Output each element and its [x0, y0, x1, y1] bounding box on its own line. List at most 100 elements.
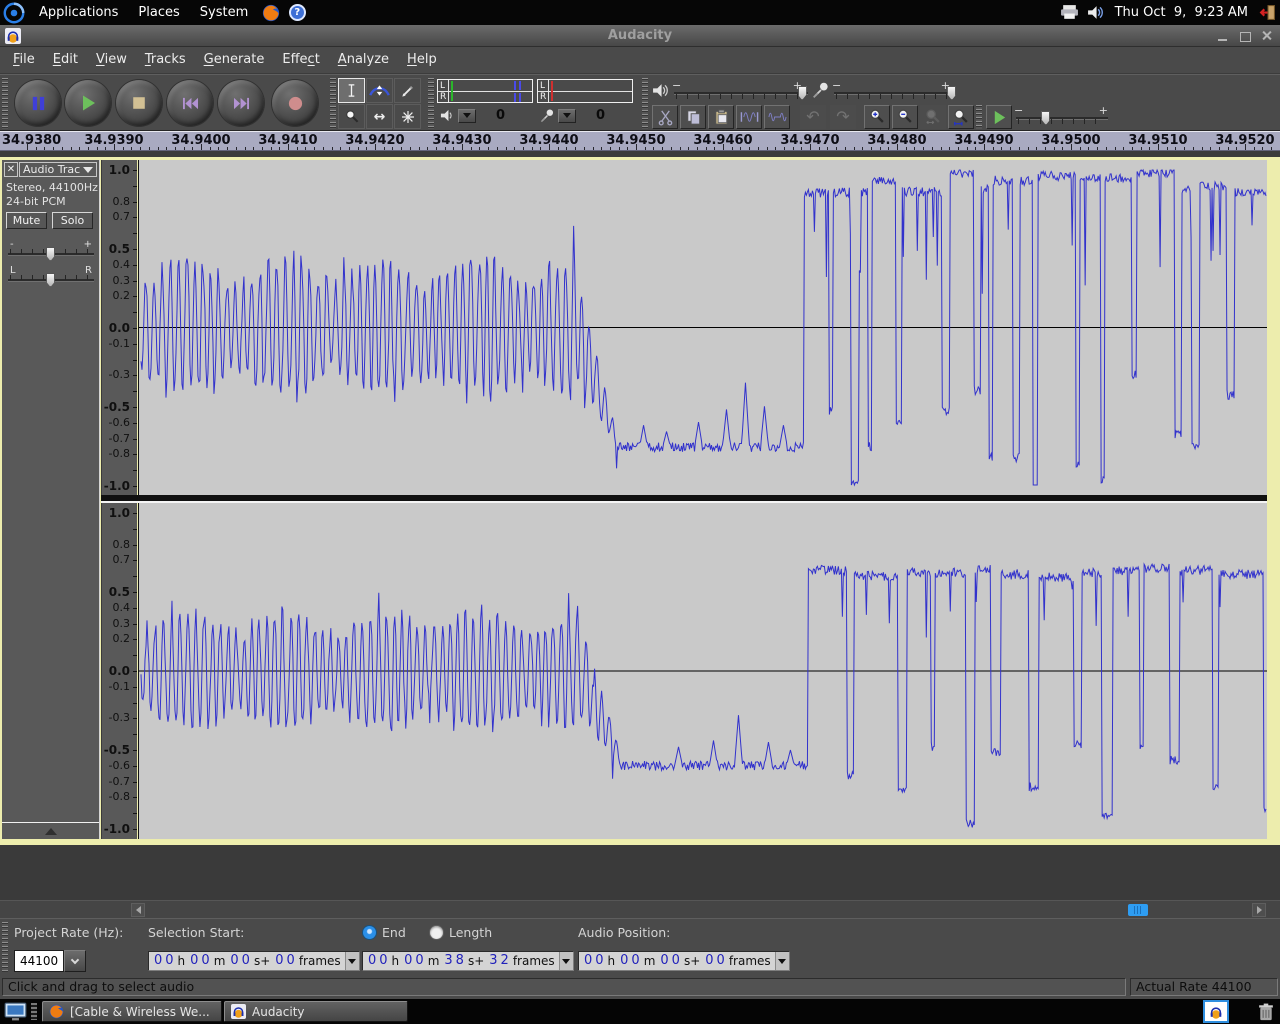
- meter-toolbar-grip[interactable]: [428, 78, 434, 129]
- taskbar-task-audacity[interactable]: Audacity: [224, 1001, 408, 1022]
- audio-position-field[interactable]: 00h00m00s+00frames: [578, 951, 790, 971]
- menu-help[interactable]: Help: [398, 47, 446, 73]
- time-field-dropdown[interactable]: [775, 952, 789, 970]
- menu-effect[interactable]: Effect: [273, 47, 328, 73]
- transport-toolbar-grip[interactable]: [2, 78, 8, 129]
- output-volume-slider[interactable]: −+: [674, 83, 808, 103]
- tasklist-handle[interactable]: [31, 1003, 37, 1020]
- tray-audacity-icon[interactable]: [1203, 1000, 1229, 1023]
- show-desktop-button[interactable]: [4, 1002, 27, 1021]
- time-digits[interactable]: 00: [190, 952, 213, 970]
- timeline-ruler[interactable]: 34.938034.939034.940034.941034.942034.94…: [0, 131, 1280, 151]
- volume-icon[interactable]: [1086, 3, 1106, 23]
- track-resize-handle[interactable]: [2, 822, 99, 839]
- mute-button[interactable]: Mute: [6, 212, 47, 229]
- vertical-ruler-left-channel[interactable]: 1.00.80.70.50.40.30.20.0-0.1-0.3-0.5-0.6…: [101, 160, 137, 495]
- timeshift-tool[interactable]: ↔: [366, 104, 393, 129]
- length-radio[interactable]: [430, 926, 443, 939]
- end-radio[interactable]: [363, 926, 376, 939]
- close-icon[interactable]: [1260, 29, 1274, 43]
- undo-button[interactable]: ↶: [800, 105, 826, 129]
- system-menu[interactable]: System: [190, 0, 258, 25]
- project-rate-dropdown[interactable]: [64, 950, 86, 972]
- time-digits[interactable]: 38: [444, 952, 467, 970]
- transcription-toolbar-grip[interactable]: [976, 105, 982, 129]
- time-digits[interactable]: 00: [705, 952, 728, 970]
- track-pan-slider[interactable]: L R: [8, 266, 94, 288]
- output-meter-dropdown[interactable]: [458, 109, 476, 123]
- stop-button[interactable]: [116, 80, 162, 126]
- time-digits[interactable]: 00: [230, 952, 253, 970]
- play-button[interactable]: [65, 80, 111, 126]
- window-titlebar[interactable]: Audacity: [0, 25, 1280, 47]
- time-digits[interactable]: 00: [368, 952, 391, 970]
- zoom-out-button[interactable]: [892, 105, 918, 129]
- maximize-icon[interactable]: [1238, 29, 1252, 43]
- trim-audio-button[interactable]: [736, 105, 762, 129]
- time-digits[interactable]: 00: [660, 952, 683, 970]
- record-button[interactable]: [272, 80, 318, 126]
- redo-button[interactable]: ↷: [830, 105, 856, 129]
- input-meter-dropdown[interactable]: [558, 109, 576, 123]
- time-digits[interactable]: 32: [489, 952, 512, 970]
- track-pan-thumb[interactable]: [46, 273, 55, 287]
- input-volume-slider[interactable]: −+: [834, 83, 956, 103]
- playback-speed-slider[interactable]: −+: [1016, 108, 1108, 128]
- selection-end-field[interactable]: 00h00m38s+32frames: [362, 951, 574, 971]
- mixer-toolbar-grip[interactable]: [642, 78, 648, 129]
- pause-button[interactable]: [15, 80, 61, 126]
- time-digits[interactable]: 00: [275, 952, 298, 970]
- selection-tool[interactable]: [338, 78, 365, 103]
- track-menu-dropdown[interactable]: Audio Trac: [19, 162, 97, 177]
- minimize-icon[interactable]: [1216, 29, 1230, 43]
- applications-menu[interactable]: Applications: [29, 0, 128, 25]
- silence-audio-button[interactable]: [764, 105, 790, 129]
- paste-button[interactable]: [708, 105, 734, 129]
- play-at-speed-button[interactable]: [986, 105, 1012, 129]
- logout-icon[interactable]: [1257, 3, 1277, 23]
- time-field-dropdown[interactable]: [559, 952, 573, 970]
- scroll-left-button[interactable]: [131, 903, 145, 917]
- cut-button[interactable]: [652, 105, 678, 129]
- menu-generate[interactable]: Generate: [195, 47, 274, 73]
- waveform-right-channel[interactable]: [138, 503, 1267, 839]
- output-level-meter[interactable]: L R: [437, 79, 533, 103]
- firefox-launcher-icon[interactable]: [261, 3, 281, 23]
- menu-tracks[interactable]: Tracks: [136, 47, 195, 73]
- track-gain-slider[interactable]: - +: [8, 240, 94, 262]
- draw-tool[interactable]: [394, 78, 421, 103]
- vertical-ruler-right-channel[interactable]: 1.00.80.70.50.40.30.20.0-0.1-0.3-0.5-0.6…: [101, 503, 137, 839]
- horizontal-scrollbar[interactable]: [0, 900, 1280, 918]
- selection-start-field[interactable]: 00h00m00s+00frames: [148, 951, 360, 971]
- scrollbar-thumb[interactable]: [1128, 904, 1148, 916]
- copy-button[interactable]: [680, 105, 706, 129]
- input-level-meter[interactable]: L R: [537, 79, 633, 103]
- fit-project-button[interactable]: [920, 105, 946, 129]
- main-menu-icon[interactable]: [3, 2, 25, 24]
- zoom-to-selection-button[interactable]: [948, 105, 974, 129]
- time-digits[interactable]: 00: [620, 952, 643, 970]
- menu-view[interactable]: View: [87, 47, 136, 73]
- zoom-tool[interactable]: [338, 104, 365, 129]
- skip-to-end-button[interactable]: [218, 80, 264, 126]
- track-close-button[interactable]: ✕: [4, 162, 18, 177]
- zoom-in-button[interactable]: [864, 105, 890, 129]
- help-launcher-icon[interactable]: ?: [287, 3, 307, 23]
- multi-tool[interactable]: [394, 104, 421, 129]
- menu-file[interactable]: File: [4, 47, 44, 73]
- time-digits[interactable]: 00: [404, 952, 427, 970]
- places-menu[interactable]: Places: [128, 0, 189, 25]
- skip-to-start-button[interactable]: [167, 80, 213, 126]
- menu-analyze[interactable]: Analyze: [329, 47, 398, 73]
- project-rate-value[interactable]: 44100: [14, 950, 64, 972]
- time-digits[interactable]: 00: [154, 952, 177, 970]
- selection-toolbar-grip[interactable]: [2, 922, 8, 972]
- printer-icon[interactable]: [1060, 3, 1080, 23]
- time-field-dropdown[interactable]: [345, 952, 359, 970]
- track-gain-thumb[interactable]: [46, 247, 55, 261]
- envelope-tool[interactable]: [366, 78, 393, 103]
- time-digits[interactable]: 00: [584, 952, 607, 970]
- waveform-left-channel[interactable]: [138, 160, 1267, 495]
- trash-icon[interactable]: [1258, 1003, 1274, 1020]
- taskbar-task-firefox[interactable]: [Cable & Wireless We...: [42, 1001, 222, 1022]
